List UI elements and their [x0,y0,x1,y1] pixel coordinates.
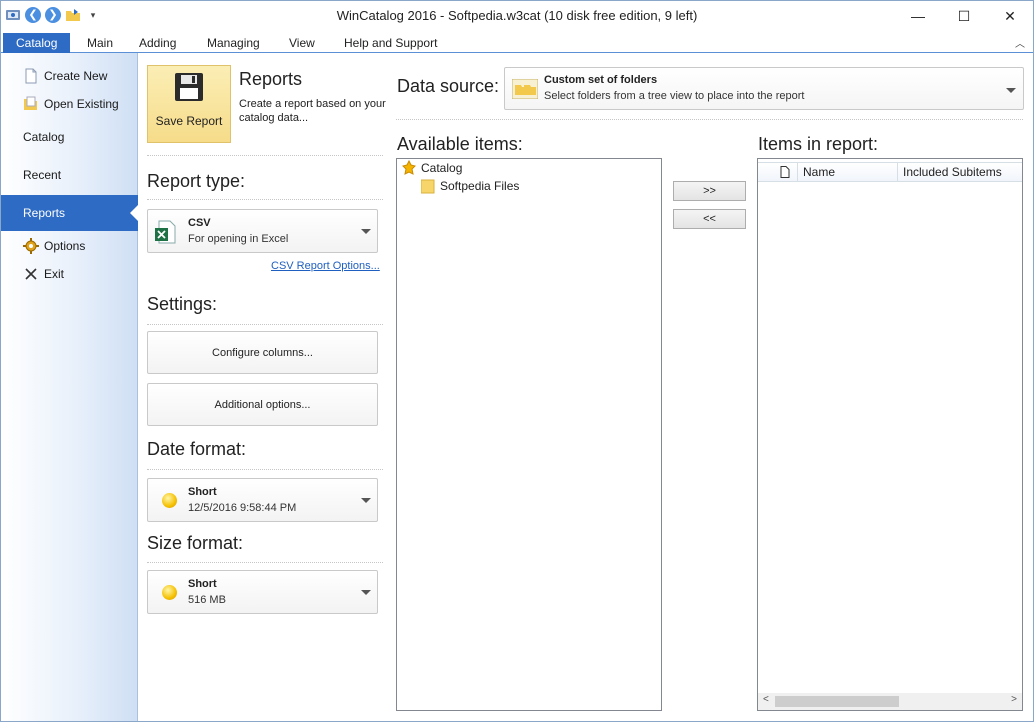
tab-catalog[interactable]: Catalog [3,33,71,53]
app-window: ❮ ❯ ▾ WinCatalog 2016 - Softpedia.w3cat … [0,0,1034,722]
size-format-label: Size format: [147,533,244,553]
remove-from-report-button[interactable]: << [673,209,746,229]
maximize-button[interactable]: ☐ [941,1,987,31]
title-bar: ❮ ❯ ▾ WinCatalog 2016 - Softpedia.w3cat … [1,1,1033,31]
nav-reports[interactable]: Reports [1,195,139,231]
report-type-label: Report type: [147,171,246,191]
chevron-down-icon [361,590,371,595]
date-format-select[interactable]: Short 12/5/2016 9:58:44 PM [147,478,378,522]
nav-options[interactable]: Options [1,234,138,258]
nav-create-new[interactable]: Create New [1,64,138,88]
new-document-icon [23,68,39,84]
chevron-down-icon [361,229,371,234]
separator [147,469,383,470]
additional-options-button[interactable]: Additional options... [147,383,378,426]
excel-csv-icon [155,220,176,244]
nav-open-existing[interactable]: Open Existing [1,92,138,116]
catalog-star-icon [402,160,416,175]
tab-view[interactable]: View [287,33,317,53]
scroll-thumb[interactable] [775,696,899,707]
data-source-label: Data source: [397,76,500,96]
window-controls: — ☐ ✕ [895,1,1033,31]
close-button[interactable]: ✕ [987,1,1033,31]
gear-icon [23,238,39,254]
csv-report-options-link[interactable]: CSV Report Options... [271,260,380,272]
separator [147,562,383,563]
add-to-report-button[interactable]: >> [673,181,746,201]
nav-recent[interactable]: Recent [1,163,138,187]
folders-icon [512,79,538,99]
chevron-down-icon [1006,88,1016,93]
folder-icon [421,179,435,194]
items-in-report-label: Items in report: [758,134,879,154]
separator [396,119,1023,120]
scroll-left-icon[interactable]: < [763,694,769,705]
minimize-button[interactable]: — [895,1,941,31]
backstage-nav: Create New Open Existing Catalog Recent … [1,53,139,721]
list-header: Name Included Subitems [758,162,1022,182]
collapse-ribbon-icon[interactable]: ︿ [1015,35,1025,50]
nav-catalog[interactable]: Catalog [1,125,138,149]
window-title: WinCatalog 2016 - Softpedia.w3cat (10 di… [336,8,698,23]
bulb-icon [162,585,177,600]
active-notch [130,204,139,222]
horizontal-scrollbar[interactable]: < > [758,693,1022,710]
separator [147,199,383,200]
date-format-label: Date format: [147,439,247,459]
settings-label: Settings: [147,294,218,314]
separator [147,324,383,325]
bulb-icon [162,493,177,508]
report-type-select[interactable]: CSV For opening in Excel [147,209,378,253]
data-source-select[interactable]: Custom set of folders Select folders fro… [504,67,1024,110]
tab-help-and-support[interactable]: Help and Support [342,33,439,53]
document-icon [780,166,790,178]
available-items-tree[interactable]: Catalog Softpedia Files [396,158,662,711]
configure-columns-button[interactable]: Configure columns... [147,331,378,374]
scroll-right-icon[interactable]: > [1011,694,1017,705]
available-items-label: Available items: [397,134,523,154]
column-included-subitems-header[interactable]: Included Subitems [898,163,1022,181]
column-name-header[interactable]: Name [798,163,898,181]
tab-adding[interactable]: Adding [137,33,178,53]
size-format-select[interactable]: Short 516 MB [147,570,378,614]
floppy-disk-icon [174,72,204,102]
nav-exit[interactable]: Exit [1,262,138,286]
separator [147,155,383,156]
ribbon-tabs: Catalog Main Adding Managing View Help a… [1,31,1033,53]
tab-managing[interactable]: Managing [205,33,262,53]
save-report-button[interactable]: Save Report [147,65,231,143]
reports-description: Create a report based on your catalog da… [239,98,386,124]
chevron-down-icon [361,498,371,503]
items-in-report-list[interactable]: Name Included Subitems < > [757,158,1023,711]
open-folder-icon [23,96,39,112]
reports-title: Reports [239,69,303,89]
close-x-icon [23,266,39,282]
tab-main[interactable]: Main [85,33,115,53]
column-icon-header[interactable] [758,163,798,181]
